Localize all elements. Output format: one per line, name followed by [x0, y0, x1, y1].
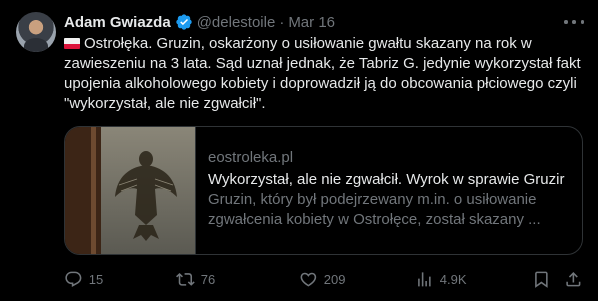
link-card-body: eostroleka.pl Wykorzystał, ale nie zgwał… [196, 127, 582, 254]
tweet-text-container: Ostrołęka. Gruzin, oskarżony o usiłowani… [64, 34, 584, 114]
action-bar: 15 76 209 4.9K [64, 268, 584, 290]
link-card-image [65, 127, 196, 254]
reply-icon [65, 271, 82, 287]
more-icon[interactable] [564, 14, 584, 30]
like-icon [300, 272, 317, 287]
tweet-header: Adam Gwiazda @delestoile · Mar 16 [64, 12, 335, 32]
link-card-domain: eostroleka.pl [208, 149, 294, 166]
author-name[interactable]: Adam Gwiazda [64, 14, 171, 31]
views-button[interactable]: 4.9K [415, 268, 467, 290]
share-button[interactable] [564, 268, 583, 290]
eagle-emblem-icon [115, 151, 177, 241]
poland-flag-icon [64, 38, 80, 49]
retweet-button[interactable]: 76 [176, 268, 215, 290]
like-button[interactable]: 209 [299, 268, 345, 290]
share-icon [566, 271, 581, 287]
views-count: 4.9K [439, 271, 467, 287]
reply-count: 15 [88, 271, 104, 287]
link-card-description: Gruzin, który był podejrzewany m.in. o u… [208, 191, 541, 228]
like-count: 209 [323, 271, 346, 287]
views-icon [418, 271, 431, 287]
link-card[interactable]: eostroleka.pl Wykorzystał, ale nie zgwał… [64, 126, 583, 255]
tweet-date[interactable]: Mar 16 [288, 14, 335, 31]
author-handle[interactable]: @delestoile [197, 14, 276, 31]
verified-badge-icon [176, 14, 192, 30]
link-card-title: Wykorzystał, ale nie zgwałcił. Wyrok w s… [208, 171, 565, 188]
separator-dot: · [279, 13, 285, 31]
reply-button[interactable]: 15 [64, 268, 103, 290]
retweet-count: 76 [200, 271, 216, 287]
avatar[interactable] [16, 12, 56, 52]
bookmark-icon [535, 271, 548, 288]
bookmark-button[interactable] [532, 268, 551, 290]
retweet-icon [176, 272, 195, 286]
tweet-text: Ostrołęka. Gruzin, oskarżony o usiłowani… [64, 35, 581, 112]
